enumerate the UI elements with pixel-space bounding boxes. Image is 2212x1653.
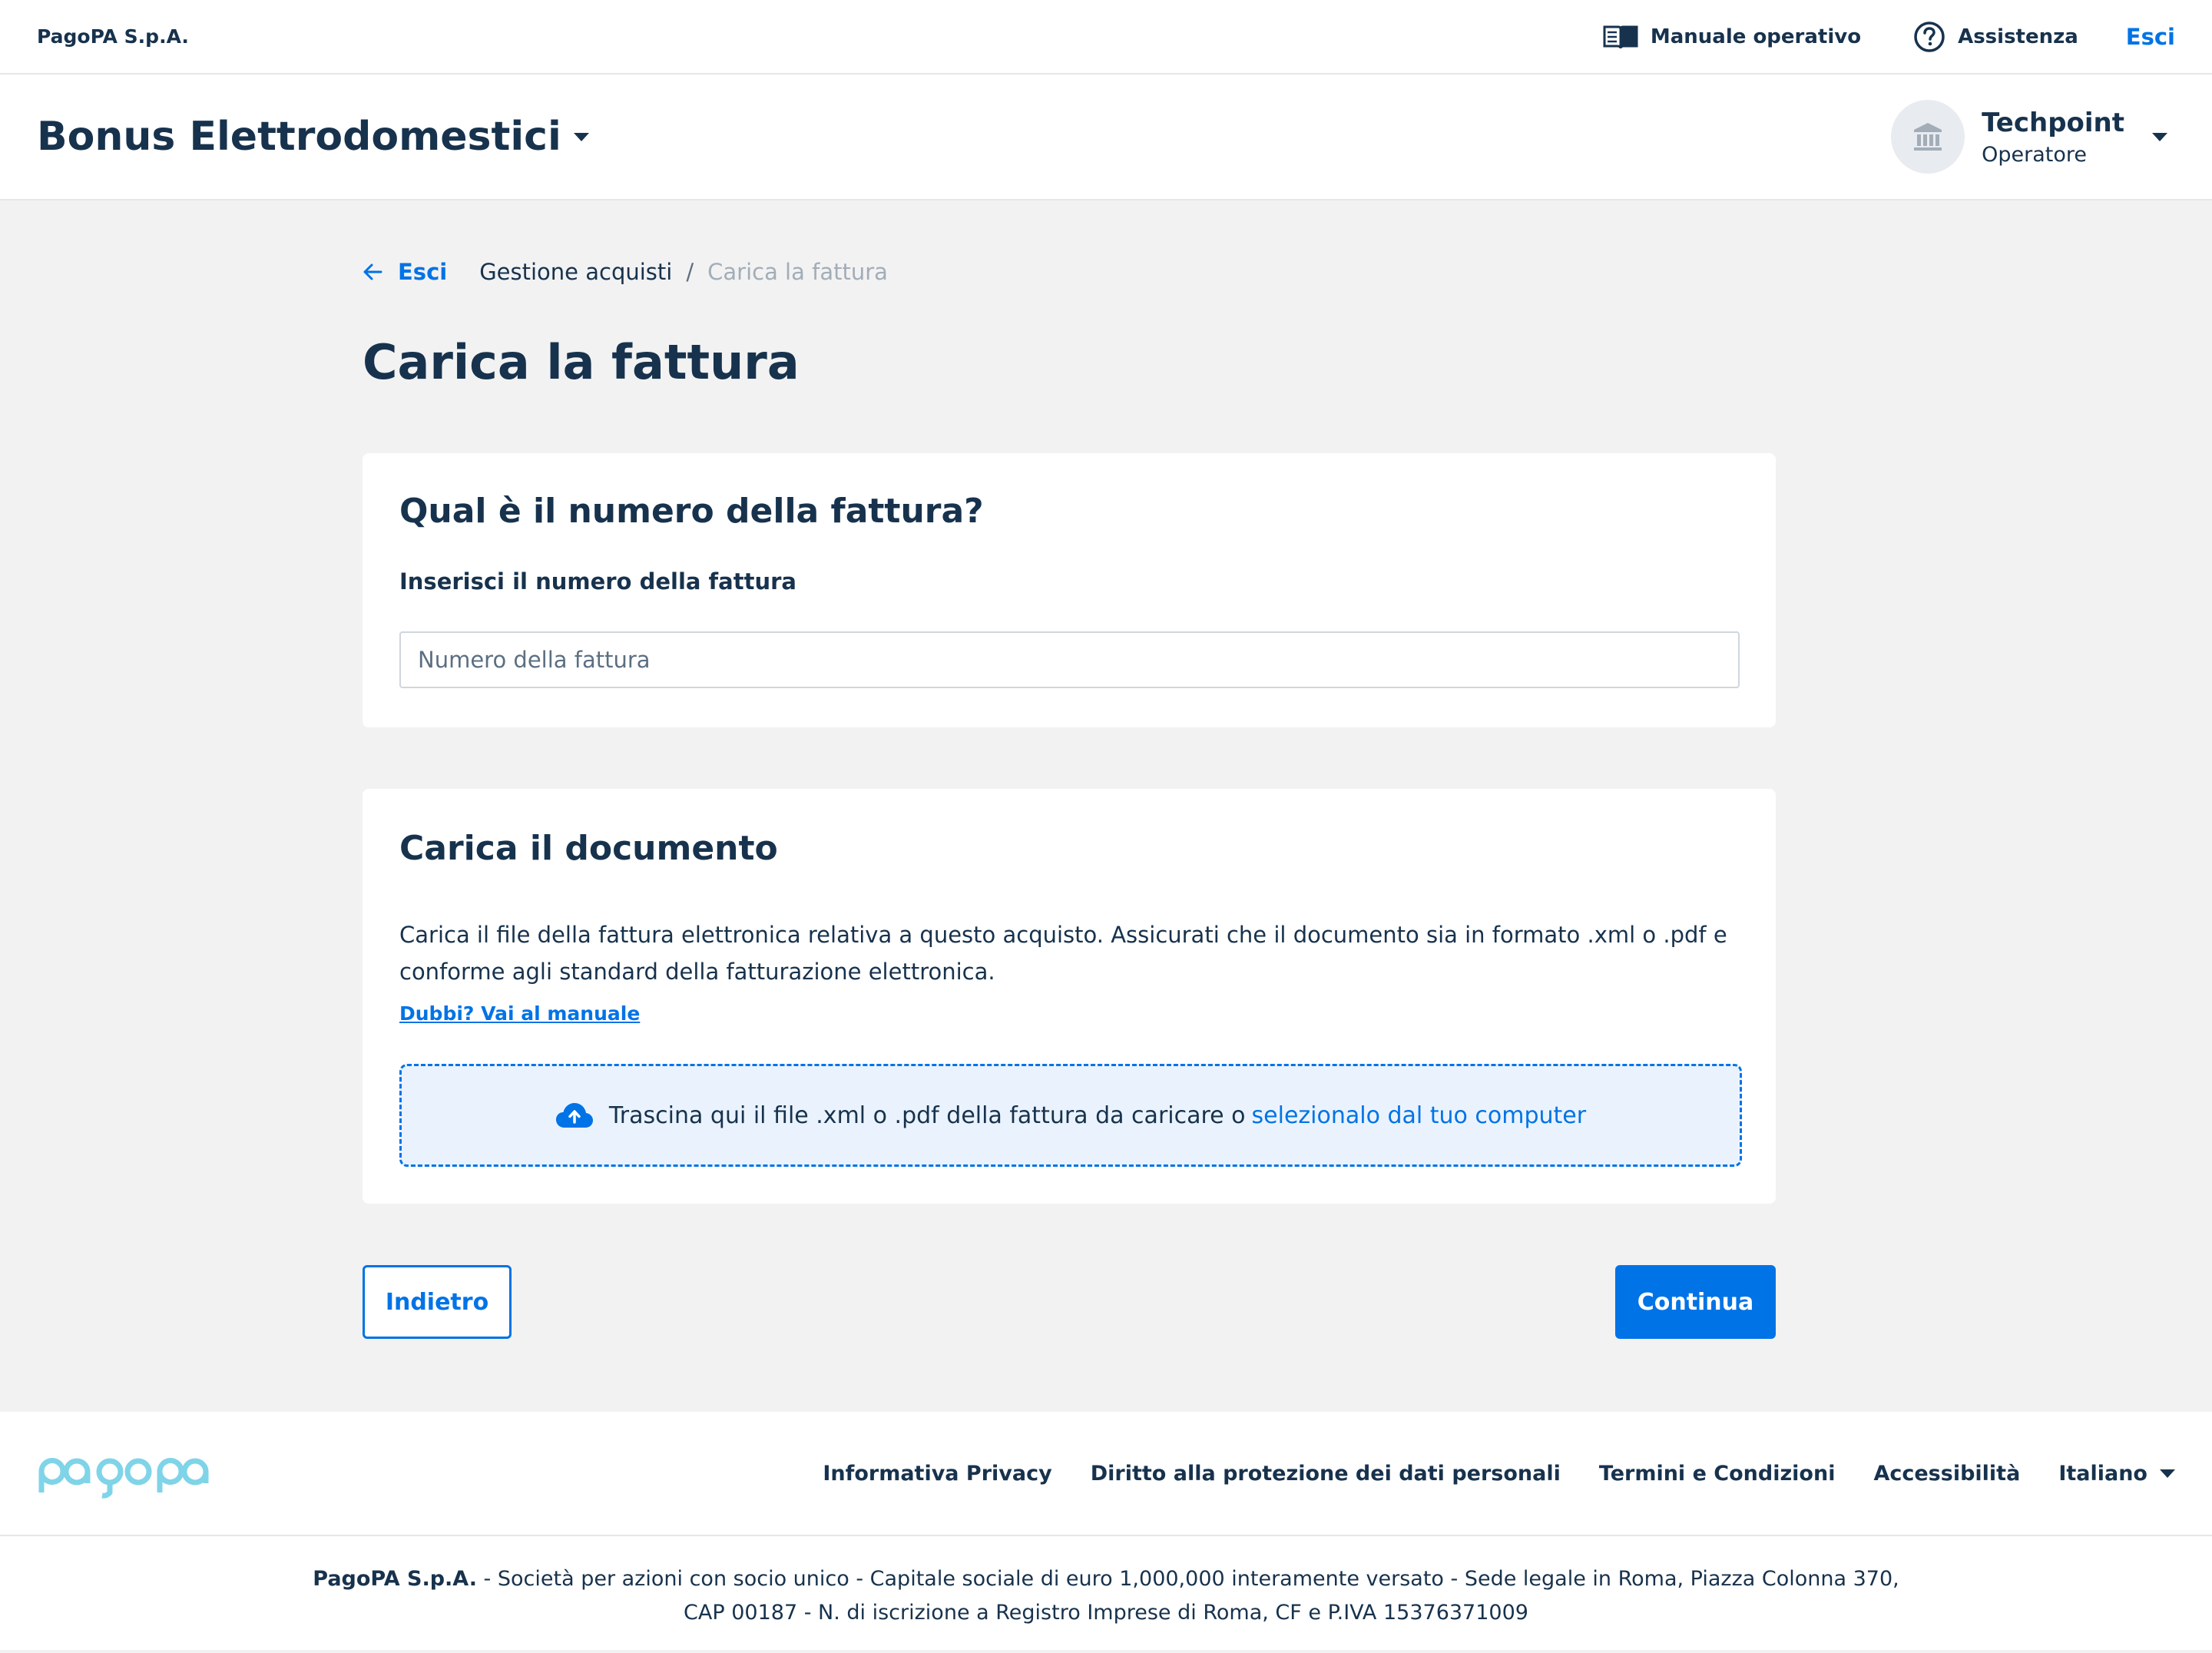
invoice-number-heading: Qual è il numero della fattura? bbox=[399, 492, 984, 531]
avatar bbox=[1891, 100, 1965, 174]
arrow-left-icon bbox=[363, 263, 382, 280]
support-button[interactable]: Assistenza bbox=[1913, 21, 2078, 53]
continue-button[interactable]: Continua bbox=[1615, 1265, 1776, 1339]
party-name: Techpoint bbox=[1982, 107, 2124, 138]
logout-button[interactable]: Esci bbox=[2126, 24, 2175, 50]
breadcrumb-item-current: Carica la fattura bbox=[707, 259, 888, 285]
dropzone-text: Trascina qui il file .xml o .pdf della f… bbox=[608, 1101, 1246, 1129]
footer-legal: PagoPA S.p.A. - Società per azioni con s… bbox=[0, 1536, 2212, 1650]
chevron-down-icon bbox=[2160, 1469, 2175, 1478]
party-role: Operatore bbox=[1982, 142, 2087, 167]
invoice-number-card: Qual è il numero della fattura? Inserisc… bbox=[363, 453, 1776, 727]
page-title: Carica la fattura bbox=[363, 334, 800, 390]
footer-link-data-protection[interactable]: Diritto alla protezione dei dati persona… bbox=[1091, 1462, 1561, 1486]
chevron-down-icon bbox=[573, 132, 589, 141]
legal-line-1: PagoPA S.p.A. - Società per azioni con s… bbox=[0, 1562, 2212, 1596]
party-info: Techpoint Operatore bbox=[1982, 108, 2124, 167]
document-upload-card: Carica il documento Carica il file della… bbox=[363, 789, 1776, 1204]
product-title: Bonus Elettrodomestici bbox=[37, 114, 561, 160]
footer-link-accessibility[interactable]: Accessibilità bbox=[1873, 1462, 2020, 1486]
document-heading: Carica il documento bbox=[399, 829, 778, 868]
file-dropzone[interactable]: Trascina qui il file .xml o .pdf della f… bbox=[399, 1064, 1742, 1167]
pagopa-logo bbox=[38, 1458, 209, 1499]
legal-text-1: - Società per azioni con socio unico - C… bbox=[476, 1567, 1899, 1591]
manual-label: Manuale operativo bbox=[1650, 25, 1862, 48]
invoice-number-label: Inserisci il numero della fattura bbox=[399, 568, 796, 595]
back-button[interactable]: Indietro bbox=[363, 1265, 512, 1339]
book-icon bbox=[1603, 25, 1638, 48]
manual-link[interactable]: Dubbi? Vai al manuale bbox=[399, 1002, 640, 1025]
breadcrumb-item-gestione-acquisti[interactable]: Gestione acquisti bbox=[479, 259, 672, 285]
company-name: PagoPA S.p.A. bbox=[37, 25, 189, 48]
footer-links: Informativa Privacy Diritto alla protezi… bbox=[784, 1462, 2175, 1486]
breadcrumb-back-button[interactable]: Esci bbox=[363, 259, 447, 285]
footer: Informativa Privacy Diritto alla protezi… bbox=[0, 1412, 2212, 1536]
breadcrumb-separator: / bbox=[686, 259, 694, 285]
chevron-down-icon bbox=[2152, 132, 2167, 141]
product-header: Bonus Elettrodomestici Techpoint Operato… bbox=[0, 75, 2212, 200]
breadcrumb: Esci Gestione acquisti / Carica la fattu… bbox=[363, 259, 888, 285]
language-selector[interactable]: Italiano bbox=[2058, 1462, 2175, 1486]
support-label: Assistenza bbox=[1958, 25, 2078, 48]
top-bar: PagoPA S.p.A. Manuale operativo Assisten… bbox=[0, 0, 2212, 75]
party-selector[interactable]: Techpoint Operatore bbox=[1891, 100, 2175, 174]
language-label: Italiano bbox=[2058, 1461, 2147, 1486]
legal-company: PagoPA S.p.A. bbox=[313, 1567, 477, 1591]
help-circle-icon bbox=[1914, 21, 1945, 52]
document-description: Carica il file della fattura elettronica… bbox=[399, 922, 1727, 985]
product-selector[interactable]: Bonus Elettrodomestici bbox=[37, 114, 589, 160]
manual-button[interactable]: Manuale operativo bbox=[1603, 24, 1861, 50]
cloud-upload-icon bbox=[555, 1103, 593, 1128]
top-actions: Manuale operativo Assistenza Esci bbox=[1551, 21, 2175, 53]
legal-line-2: CAP 00187 - N. di iscrizione a Registro … bbox=[684, 1601, 1528, 1625]
bank-icon bbox=[1914, 123, 1942, 151]
breadcrumb-back-label: Esci bbox=[398, 259, 448, 285]
footer-link-privacy[interactable]: Informativa Privacy bbox=[823, 1462, 1051, 1486]
select-file-link[interactable]: selezionalo dal tuo computer bbox=[1252, 1102, 1587, 1129]
main-content: Esci Gestione acquisti / Carica la fattu… bbox=[0, 200, 2212, 1412]
invoice-number-input[interactable] bbox=[399, 631, 1740, 688]
footer-link-terms[interactable]: Termini e Condizioni bbox=[1599, 1462, 1836, 1486]
